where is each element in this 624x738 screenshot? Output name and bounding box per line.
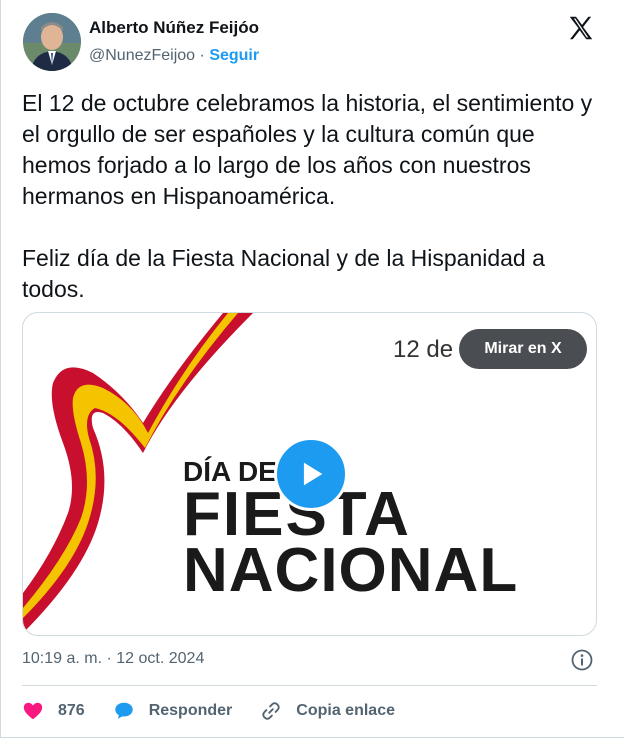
speech-bubble-icon	[114, 702, 133, 719]
follow-button[interactable]: Seguir	[209, 47, 259, 64]
divider	[22, 685, 597, 686]
watch-on-x-button[interactable]: Mirar en X	[459, 329, 587, 369]
reply-button[interactable]: Responder	[113, 700, 233, 722]
handle-separator: ·	[199, 47, 205, 64]
author-handle-row: @NunezFeijoo · Seguir	[89, 47, 259, 65]
like-button[interactable]: 876	[22, 700, 85, 722]
link-icon	[262, 702, 280, 720]
meta-separator: ·	[106, 650, 112, 667]
tweet-card: Alberto Núñez Feijóo @NunezFeijoo · Segu…	[0, 0, 624, 738]
info-icon[interactable]	[570, 648, 594, 672]
action-bar: 876 Responder Copia enlace	[22, 696, 423, 726]
video-media[interactable]: DÍA DE FIESTA NACIONAL 12 de Mirar en X	[22, 312, 597, 636]
like-count: 876	[58, 702, 85, 719]
play-button[interactable]	[274, 437, 348, 511]
tweet-meta: 10:19 a. m. · 12 oct. 2024	[22, 650, 204, 668]
play-icon	[303, 462, 323, 486]
media-title-line2: NACIONAL	[183, 536, 518, 605]
x-logo-icon[interactable]	[566, 13, 596, 43]
tweet-date[interactable]: 12 oct. 2024	[116, 650, 204, 667]
tweet-paragraph-1: El 12 de octubre celebramos la historia,…	[22, 90, 593, 209]
media-corner-text: 12 de	[393, 336, 454, 363]
heart-icon	[23, 702, 43, 720]
copy-link-button[interactable]: Copia enlace	[260, 700, 395, 722]
reply-label: Responder	[148, 702, 233, 719]
tweet-paragraph-2: Feliz día de la Fiesta Nacional y de la …	[22, 245, 545, 302]
tweet-text: El 12 de octubre celebramos la historia,…	[22, 88, 602, 305]
author-handle[interactable]: @NunezFeijoo	[89, 47, 195, 64]
tweet-time[interactable]: 10:19 a. m.	[22, 650, 102, 667]
avatar[interactable]	[23, 13, 81, 71]
author-name[interactable]: Alberto Núñez Feijóo	[89, 18, 259, 38]
copy-link-label: Copia enlace	[296, 702, 395, 719]
